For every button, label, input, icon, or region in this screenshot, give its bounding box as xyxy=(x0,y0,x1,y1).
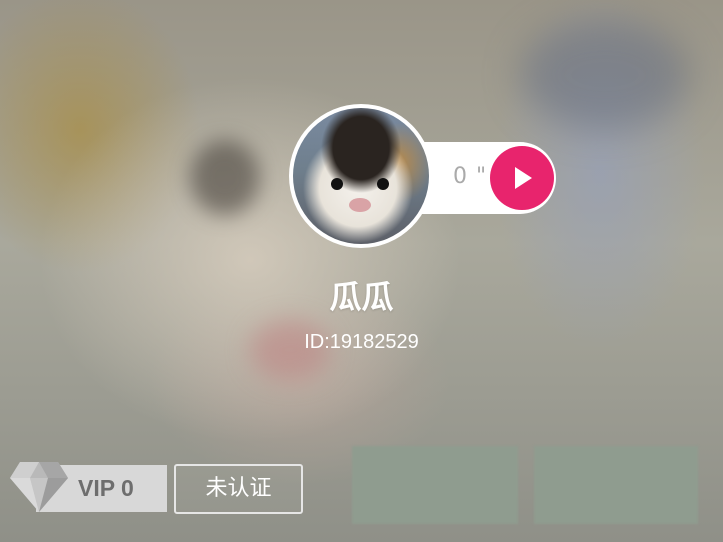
avatar-detail xyxy=(331,178,343,190)
avatar-detail xyxy=(349,198,371,212)
background-blob xyxy=(190,140,260,215)
obscured-block xyxy=(352,446,518,524)
avatar-detail xyxy=(377,178,389,190)
nickname: 瓜瓜 xyxy=(329,278,394,316)
voice-duration: 0 " xyxy=(453,164,488,189)
background-blob xyxy=(520,20,690,130)
profile-header: 0 " 瓜瓜 ID:19182529 VIP 0 未认证 xyxy=(0,0,723,542)
certification-button[interactable]: 未认证 xyxy=(174,464,303,514)
diamond-icon xyxy=(10,462,68,512)
play-voice-button[interactable] xyxy=(490,146,554,210)
avatar[interactable] xyxy=(293,108,429,244)
play-icon xyxy=(515,167,532,189)
vip-badge[interactable]: VIP 0 xyxy=(8,456,168,518)
avatar-frame[interactable] xyxy=(289,104,433,248)
obscured-block xyxy=(534,446,698,524)
vip-level-label: VIP 0 xyxy=(78,475,134,501)
user-id: ID:19182529 xyxy=(304,331,419,353)
